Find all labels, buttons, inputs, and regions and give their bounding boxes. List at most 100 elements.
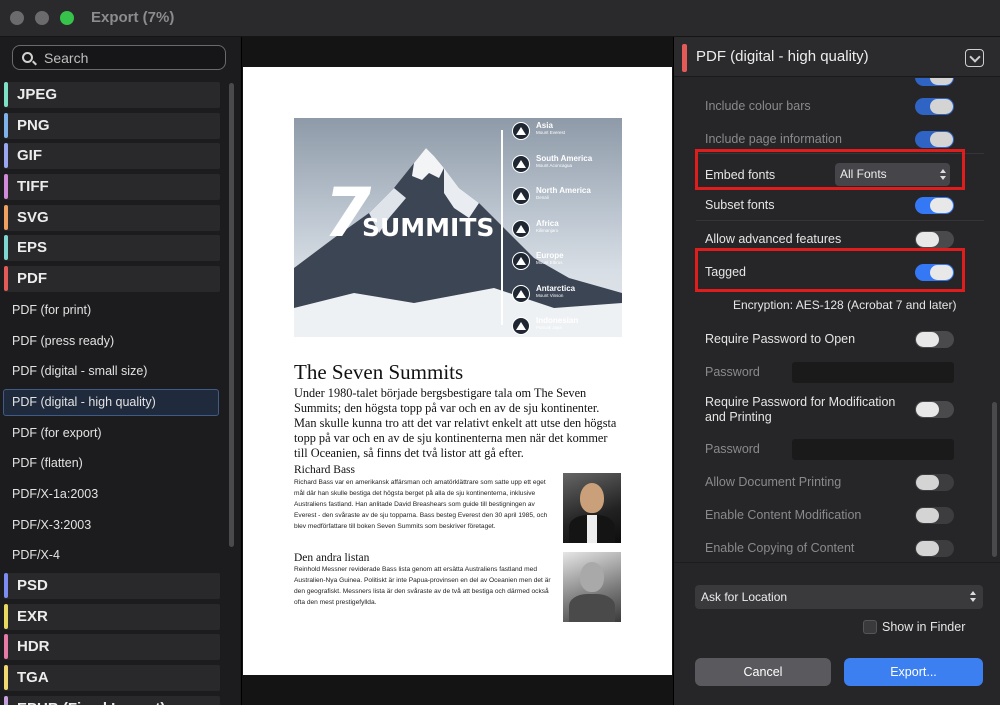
page-information-toggle[interactable] xyxy=(915,131,954,148)
format-item-png[interactable]: PNG xyxy=(0,111,222,142)
format-color-marker xyxy=(4,634,8,660)
format-item-pdf-for-print[interactable]: PDF (for print) xyxy=(0,295,222,326)
location-select[interactable]: Ask for Location xyxy=(695,585,983,609)
format-item-epub-fixed-layout[interactable]: EPUB (Fixed Layout) xyxy=(0,694,222,705)
format-item-label: PSD xyxy=(17,577,48,594)
preset-title: PDF (digital - high quality) xyxy=(696,48,869,65)
format-item-label: JPEG xyxy=(17,86,58,103)
format-item-label: PDF (digital - high quality) xyxy=(12,394,156,409)
colour-bars-toggle[interactable] xyxy=(915,98,954,115)
format-color-marker xyxy=(4,266,8,292)
format-item-jpeg[interactable]: JPEG xyxy=(0,80,222,111)
format-item-gif[interactable]: GIF xyxy=(0,141,222,172)
location-value: Ask for Location xyxy=(701,590,788,604)
format-item-label: PDF (press ready) xyxy=(12,333,115,348)
format-item-hdr[interactable]: HDR xyxy=(0,632,222,663)
subset-fonts-toggle[interactable] xyxy=(915,197,954,214)
section-title: Den andra listan xyxy=(294,552,370,564)
peak-mountain: Mount Everest xyxy=(536,130,566,135)
peak-name: North America xyxy=(536,186,591,195)
preset-color-marker xyxy=(682,44,687,72)
mountain-icon xyxy=(512,252,530,270)
copying-content-toggle[interactable] xyxy=(915,540,954,557)
highlight-box xyxy=(695,248,965,292)
format-item-label: PDF (for print) xyxy=(12,302,92,317)
password-field[interactable] xyxy=(792,439,954,460)
peak-mountain: Kilimanjaro xyxy=(536,227,559,233)
highlight-box xyxy=(695,149,965,190)
format-item-eps[interactable]: EPS xyxy=(0,233,222,264)
format-list: JPEG PNG GIF TIFF SVG EPS PDF PDF (for print) PD… xyxy=(0,80,222,705)
encryption-label: Encryption: AES-128 (Acrobat 7 and later… xyxy=(733,298,957,312)
label: Require Password for Modification and Pr… xyxy=(705,395,896,424)
label: Allow Document Printing xyxy=(705,475,842,489)
peak-name: Europe xyxy=(536,251,564,260)
format-item-exr[interactable]: EXR xyxy=(0,602,222,633)
format-item-tiff[interactable]: TIFF xyxy=(0,172,222,203)
section-body: Reinhold Messner reviderade Bass lista g… xyxy=(294,566,551,606)
zoom-window-button[interactable] xyxy=(60,11,74,25)
peak-name: Antarctica xyxy=(536,283,576,293)
cancel-button[interactable]: Cancel xyxy=(695,658,831,686)
close-window-button[interactable] xyxy=(10,11,24,25)
format-item-label: TIFF xyxy=(17,178,49,196)
mountain-icon xyxy=(512,187,530,205)
format-item-label: EPS xyxy=(17,239,48,257)
settings-list: Include colour bars Include page informa… xyxy=(674,78,994,558)
format-color-marker xyxy=(4,82,8,107)
peak-mountain: Mount Vinson xyxy=(536,292,564,298)
format-item-label: GIF xyxy=(17,147,42,165)
format-item-pdf-digital-high-quality[interactable]: PDF (digital - high quality) xyxy=(0,387,222,418)
settings-scrollbar[interactable] xyxy=(992,402,997,557)
peak-mountain: Mount Elbrus xyxy=(536,260,563,265)
minimize-window-button[interactable] xyxy=(35,11,49,25)
label: Enable Copying of Content xyxy=(705,541,855,555)
search-input[interactable]: Search xyxy=(12,45,226,70)
chevron-down-icon[interactable] xyxy=(965,49,984,67)
format-sidebar: Search JPEG PNG GIF TIFF SVG EPS PDF PDF (for p… xyxy=(0,37,240,705)
format-color-marker xyxy=(4,573,8,598)
preset-header: PDF (digital - high quality) xyxy=(674,37,1000,77)
format-color-marker xyxy=(4,665,8,691)
require-password-modification-toggle[interactable] xyxy=(915,401,954,418)
mountain-icon xyxy=(512,219,530,238)
preview-area: 7 SUMMITS Asia Mount Everest South America… xyxy=(241,37,673,705)
format-color-marker xyxy=(4,204,8,230)
format-item-pdf-x-3-2003[interactable]: PDF/X-3:2003 xyxy=(0,510,222,541)
format-item-tga[interactable]: TGA xyxy=(0,663,222,694)
require-password-open-toggle[interactable] xyxy=(915,331,954,348)
format-item-pdf-press-ready[interactable]: PDF (press ready) xyxy=(0,326,222,357)
format-item-label: PDF xyxy=(17,270,47,288)
format-item-pdf-x-4[interactable]: PDF/X-4 xyxy=(0,540,222,571)
format-item-label: PDF/X-4 xyxy=(12,548,60,563)
format-item-pdf-digital-small-size[interactable]: PDF (digital - small size) xyxy=(0,356,222,387)
format-item-pdf-for-export[interactable]: PDF (for export) xyxy=(0,418,222,449)
format-item-label: PDF/X-3:2003 xyxy=(12,517,92,532)
mountain-icon xyxy=(512,154,530,173)
format-item-label: PDF (flatten) xyxy=(12,456,83,471)
label: Password xyxy=(705,365,760,379)
password-field[interactable] xyxy=(792,362,954,383)
format-item-pdf-x-1a-2003[interactable]: PDF/X-1a:2003 xyxy=(0,479,222,510)
format-item-svg[interactable]: SVG xyxy=(0,203,222,234)
format-item-pdf[interactable]: PDF xyxy=(0,264,222,295)
reinhold-messner-photo xyxy=(563,552,621,622)
peak-name: Indonesian xyxy=(536,316,579,325)
richard-bass-photo xyxy=(563,473,621,543)
format-color-marker xyxy=(4,112,8,138)
format-item-pdf-flatten[interactable]: PDF (flatten) xyxy=(0,448,222,479)
advanced-features-toggle[interactable] xyxy=(915,231,954,248)
show-in-finder-label: Show in Finder xyxy=(882,620,966,634)
partial-toggle[interactable] xyxy=(915,78,954,86)
content-modification-toggle[interactable] xyxy=(915,507,954,524)
sidebar-scrollbar[interactable] xyxy=(229,83,234,547)
allow-printing-toggle[interactable] xyxy=(915,474,954,491)
label: Enable Content Modification xyxy=(705,508,862,522)
search-icon xyxy=(22,52,33,63)
label: Include colour bars xyxy=(705,99,811,113)
format-item-psd[interactable]: PSD xyxy=(0,571,222,602)
show-in-finder-checkbox[interactable] xyxy=(863,620,877,634)
peak-mountain: Puncak Jaya xyxy=(536,325,562,330)
export-button[interactable]: Export... xyxy=(844,658,983,686)
format-item-label: SVG xyxy=(17,208,49,226)
